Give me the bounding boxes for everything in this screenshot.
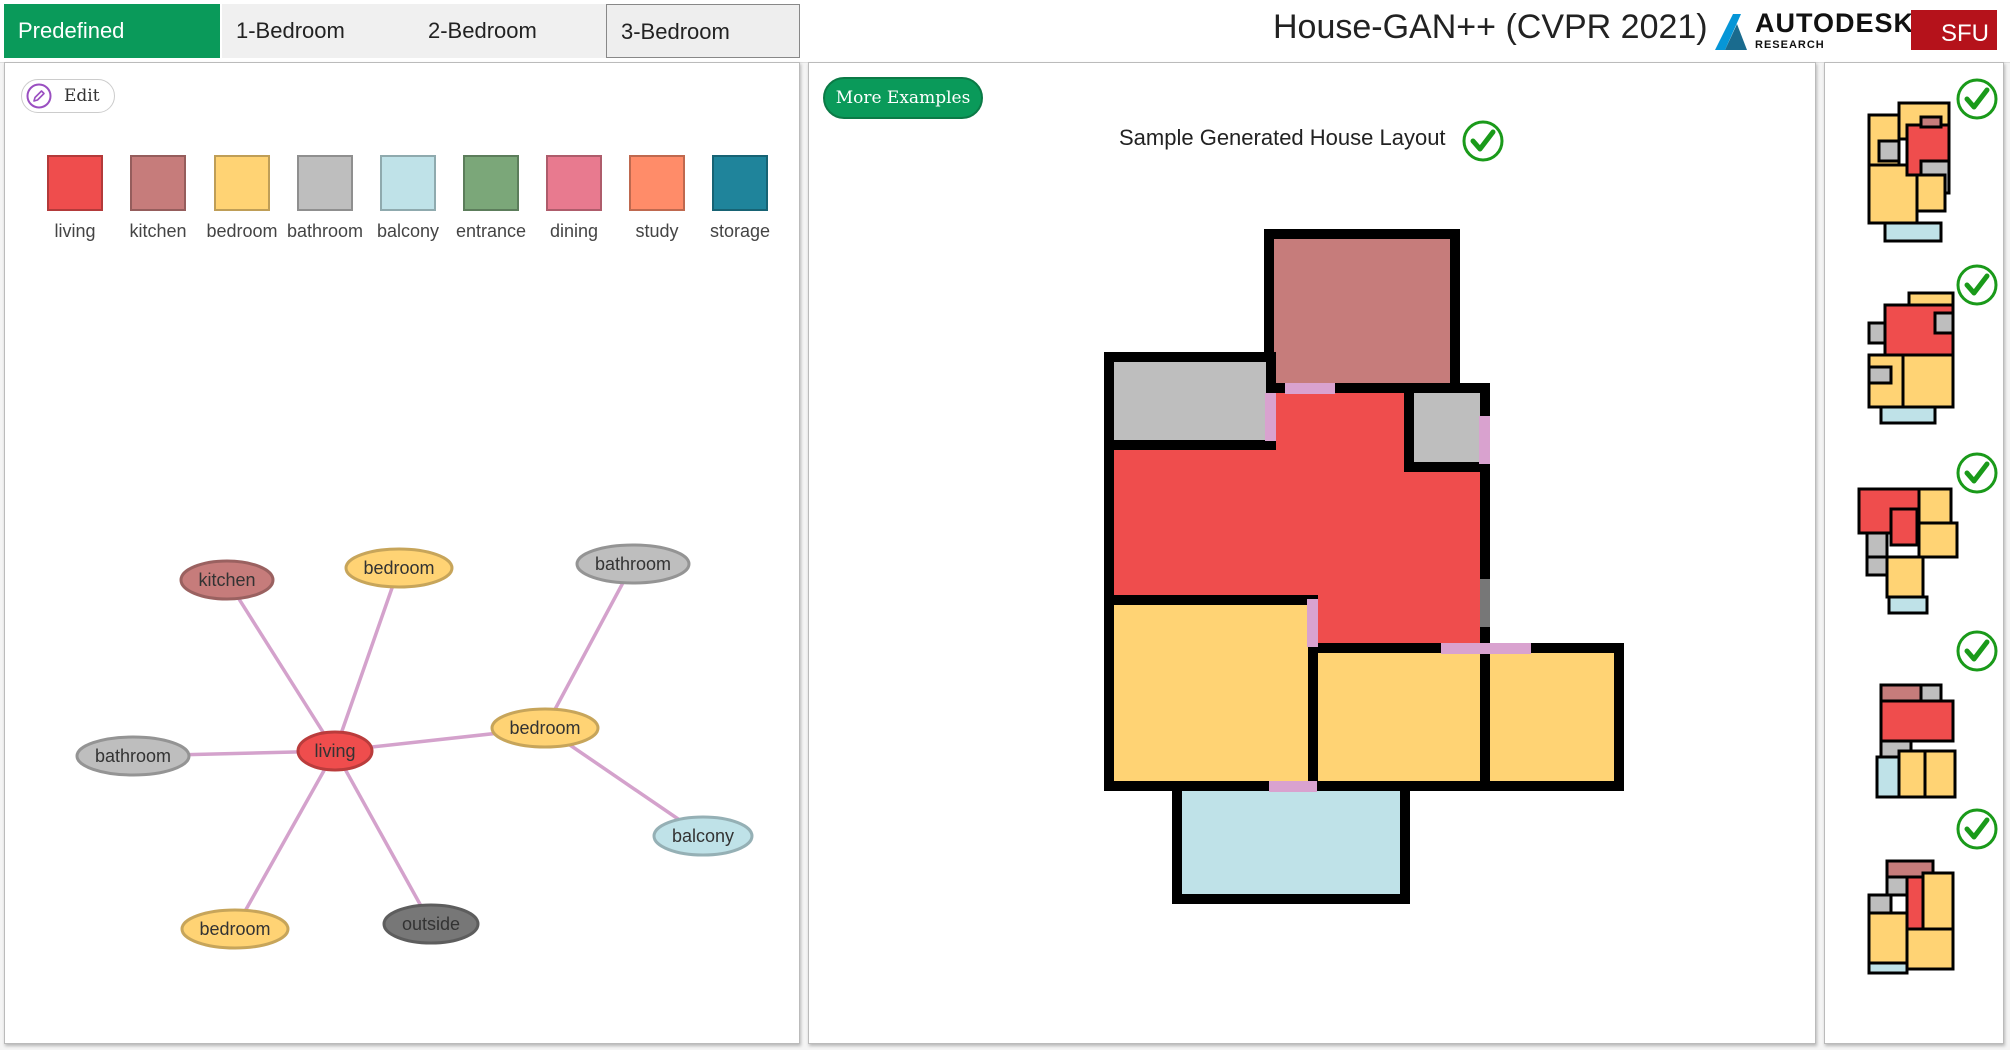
house-graph[interactable]: kitchen bedroom bathroom bathroom living bedr… (5, 63, 801, 1043)
door (1479, 416, 1490, 464)
room-bathroom (1104, 352, 1276, 450)
graph-node-bathroom[interactable]: bathroom (575, 543, 691, 585)
check-icon (1956, 452, 1998, 494)
door (1269, 781, 1317, 792)
tab-predefined-layouts[interactable]: Predefined Layouts (4, 4, 220, 97)
graph-node-bedroom[interactable]: bedroom (180, 908, 290, 950)
autodesk-name: AUTODESK (1755, 8, 1915, 38)
graph-node-label: balcony (672, 826, 734, 846)
tab-3-bedroom-suite[interactable]: 3-Bedroom Suite (606, 4, 800, 98)
example-floorplan (1867, 859, 1955, 975)
graph-node-label: bathroom (95, 746, 171, 766)
room-bedroom (1104, 595, 1318, 791)
graph-node-bathroom[interactable]: bathroom (75, 735, 191, 777)
example-thumbnail[interactable] (1825, 630, 2005, 823)
door (1441, 643, 1531, 654)
graph-edge[interactable] (333, 750, 433, 925)
autodesk-logo: AUTODESK RESEARCH (1713, 8, 1913, 56)
example-thumbnail[interactable] (1825, 808, 2005, 1013)
room-bathroom (1404, 383, 1490, 472)
example-thumbnail[interactable] (1825, 73, 2005, 253)
generated-floorplan (1104, 229, 1624, 904)
autodesk-sub: RESEARCH (1755, 39, 1825, 51)
graph-edge[interactable] (543, 563, 635, 729)
graph-edge[interactable] (225, 579, 337, 752)
room-bedroom (1308, 643, 1490, 791)
graph-edge[interactable] (233, 750, 337, 930)
layout-preview-panel: More Examples Sample Generated House Lay… (808, 62, 1816, 1044)
app-title: House-GAN++ (CVPR 2021) (1273, 8, 1708, 46)
example-thumbnail[interactable] (1825, 452, 2005, 633)
graph-node-bedroom[interactable]: bedroom (490, 707, 600, 749)
door (1265, 393, 1276, 441)
door (1285, 383, 1335, 394)
autodesk-mark-icon (1715, 14, 1747, 50)
graph-node-balcony[interactable]: balcony (652, 815, 754, 857)
graph-node-label: bedroom (363, 558, 434, 578)
example-thumbnail[interactable] (1825, 263, 2005, 443)
check-icon (1956, 264, 1998, 306)
graph-node-label: bedroom (509, 718, 580, 738)
graph-edge[interactable] (333, 567, 401, 752)
graph-node-living[interactable]: living (296, 730, 374, 772)
room-balcony (1172, 781, 1410, 904)
graph-node-label: outside (402, 914, 460, 934)
graph-node-bedroom[interactable]: bedroom (344, 547, 454, 589)
room-bedroom (1480, 643, 1624, 791)
check-icon (1956, 808, 1998, 850)
room-kitchen (1264, 229, 1460, 393)
graph-node-label: kitchen (198, 570, 255, 590)
examples-panel (1824, 62, 2004, 1044)
top-bar: Predefined Layouts 1-Bedroom Suite 2-Bed… (0, 0, 2010, 98)
graph-node-label: living (314, 741, 355, 761)
check-icon (1956, 630, 1998, 672)
sfu-logo: SFU (1911, 10, 1997, 50)
graph-node-label: bedroom (199, 919, 270, 939)
check-icon (1956, 78, 1998, 120)
tab-1-bedroom-suite[interactable]: 1-Bedroom Suite (222, 4, 414, 97)
graph-editor-panel: Edit living kitchen bedroom bathroom balcony… (4, 62, 800, 1044)
front-door (1480, 579, 1490, 627)
door (1307, 599, 1318, 647)
tab-2-bedroom-suite[interactable]: 2-Bedroom Suite (414, 4, 606, 97)
graph-node-label: bathroom (595, 554, 671, 574)
graph-node-outside[interactable]: outside (382, 903, 480, 945)
graph-node-kitchen[interactable]: kitchen (179, 559, 275, 601)
